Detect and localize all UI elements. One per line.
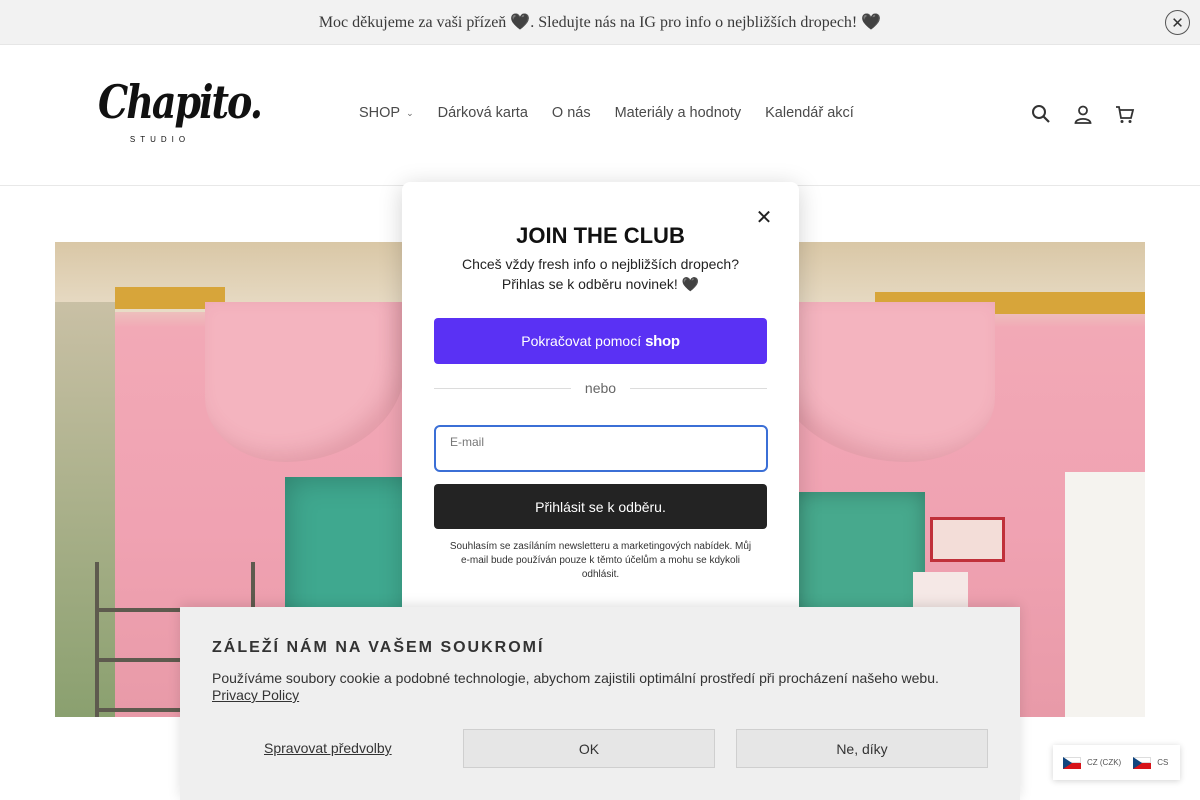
- nav-label: Kalendář akcí: [765, 105, 854, 121]
- subscribe-button[interactable]: Přihlásit se k odběru.: [434, 484, 767, 529]
- cookie-text: Používáme soubory cookie a podobné techn…: [212, 670, 939, 686]
- nav-item-gift-card[interactable]: Dárková karta: [438, 105, 528, 121]
- chevron-down-icon: ⌄: [406, 107, 414, 118]
- currency-label: CZ (CZK): [1087, 758, 1122, 767]
- czech-flag-icon: [1133, 756, 1152, 769]
- shop-brand-logo: shop: [645, 332, 680, 350]
- logo-subtitle: STUDIO: [129, 135, 191, 144]
- nav-item-events[interactable]: Kalendář akcí: [765, 105, 854, 121]
- modal-subtitle: Chceš vždy fresh info o nejbližších drop…: [461, 256, 740, 292]
- account-icon[interactable]: [1072, 103, 1094, 125]
- email-field[interactable]: E-mail: [434, 425, 768, 472]
- site-header: Chapito. STUDIO SHOP ⌄ Dárková karta O n…: [0, 45, 1200, 186]
- divider-line: [630, 387, 767, 389]
- logo-wordmark: Chapito.: [98, 75, 263, 129]
- hero-sign: [930, 517, 1005, 562]
- search-icon[interactable]: [1030, 103, 1052, 125]
- modal-title: JOIN THE CLUB: [516, 223, 685, 248]
- cart-icon[interactable]: [1114, 103, 1136, 125]
- announcement-text: Moc děkujeme za vaši přízeň 🖤. Sledujte …: [318, 14, 882, 31]
- hero-sign: [913, 572, 968, 607]
- email-label: E-mail: [450, 435, 485, 449]
- language-label: CS: [1157, 758, 1169, 767]
- announcement-bar: Moc děkujeme za vaši přízeň 🖤. Sledujte …: [0, 0, 1200, 45]
- hero-building: [1065, 472, 1145, 717]
- main-nav: SHOP ⌄ Dárková karta O nás Materiály a h…: [359, 105, 854, 121]
- newsletter-modal: ✕ JOIN THE CLUB Chceš vždy fresh info o …: [402, 182, 799, 618]
- cookie-decline-button[interactable]: Ne, díky: [736, 729, 988, 768]
- header-icons: [1030, 103, 1136, 125]
- shop-button-label: Pokračovat pomocí: [521, 333, 642, 349]
- hero-arch: [775, 302, 995, 462]
- button-label: Ne, díky: [836, 740, 888, 757]
- divider-text: nebo: [584, 380, 617, 396]
- button-label: OK: [578, 740, 600, 757]
- brand-logo[interactable]: Chapito. STUDIO: [98, 75, 263, 155]
- nav-label: Materiály a hodnoty: [614, 105, 742, 121]
- cookie-ok-button[interactable]: OK: [463, 729, 715, 768]
- manage-preferences-link[interactable]: Spravovat předvolby: [264, 740, 392, 756]
- subscribe-label: Přihlásit se k odběru.: [535, 498, 666, 515]
- hero-arch: [205, 302, 405, 462]
- nav-item-about[interactable]: O nás: [552, 105, 591, 121]
- close-circle-icon[interactable]: ✕: [1165, 10, 1190, 35]
- currency-selector[interactable]: CZ (CZK): [1063, 756, 1122, 769]
- nav-item-materials[interactable]: Materiály a hodnoty: [615, 105, 742, 121]
- divider-line: [434, 387, 571, 389]
- consent-text: Souhlasím se zasíláním newsletteru a mar…: [449, 541, 752, 580]
- shop-pay-button[interactable]: Pokračovat pomocí shop: [434, 318, 767, 364]
- nav-label: SHOP: [359, 105, 401, 121]
- or-divider: nebo: [434, 378, 767, 398]
- cookie-title: ZÁLEŽÍ NÁM NA VAŠEM SOUKROMÍ: [212, 639, 545, 656]
- language-selector[interactable]: CS: [1133, 756, 1169, 769]
- nav-label: Dárková karta: [437, 105, 528, 121]
- cookie-banner: ZÁLEŽÍ NÁM NA VAŠEM SOUKROMÍ Používáme s…: [180, 607, 1020, 800]
- czech-flag-icon: [1063, 756, 1081, 769]
- nav-label: O nás: [551, 105, 591, 121]
- email-input[interactable]: [450, 449, 750, 467]
- currency-language-selector: CZ (CZK) CS: [1053, 745, 1180, 780]
- privacy-policy-link[interactable]: Privacy Policy: [212, 687, 299, 703]
- nav-item-shop[interactable]: SHOP ⌄: [359, 105, 414, 121]
